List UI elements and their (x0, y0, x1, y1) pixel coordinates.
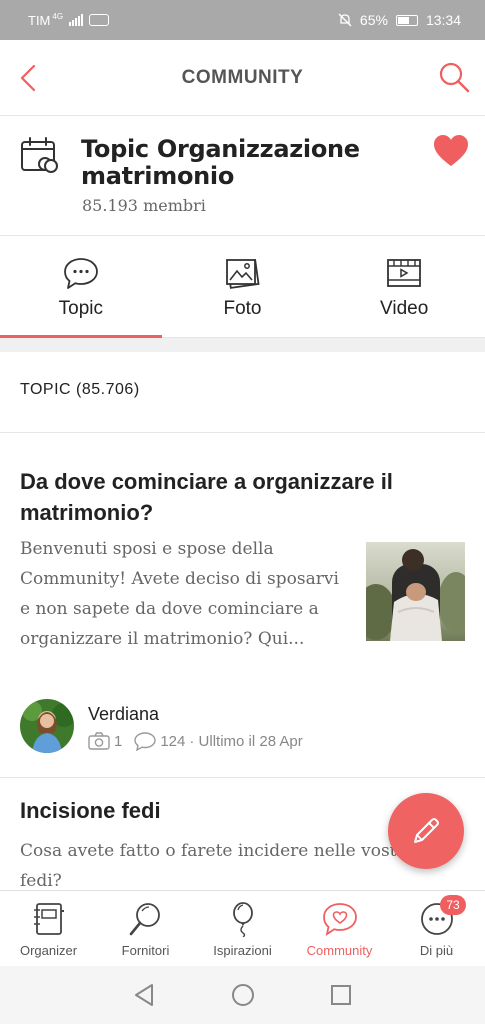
avatar[interactable] (20, 699, 74, 753)
tab-video[interactable]: Video (323, 236, 485, 337)
chat-bubble-icon (63, 258, 98, 289)
pencil-icon (414, 818, 439, 843)
sim-icon (89, 14, 110, 26)
carrier-name: TIM (28, 12, 51, 28)
status-right: 65% 13:34 (338, 12, 461, 28)
photo-count: 1 (114, 732, 123, 750)
mute-icon (338, 13, 352, 27)
tab-label: Foto (223, 298, 262, 319)
tab-bar: Topic Foto Video (0, 236, 485, 338)
system-nav-bar (0, 966, 485, 1024)
heart-icon[interactable] (433, 134, 469, 168)
topic-excerpt: Benvenuti sposi e spose della Community!… (20, 539, 339, 649)
topic-card[interactable]: Da dove cominciare a organizzare il matr… (0, 433, 485, 778)
nav-label: Fornitori (121, 943, 170, 958)
status-bar: TIM 4G 65% 13:34 (0, 0, 485, 40)
photo-icon (225, 259, 260, 289)
comment-count: 124 (160, 732, 186, 750)
group-info: Topic Organizzazione matrimonio 85.193 m… (0, 116, 485, 236)
search-icon[interactable] (437, 60, 471, 94)
home-circle-icon[interactable] (230, 982, 256, 1008)
topics-count-header: TOPIC (85.706) (0, 352, 485, 433)
nav-fornitori[interactable]: Fornitori (97, 891, 194, 966)
topic-excerpt: Cosa avete fatto o farete incidere nelle… (20, 841, 415, 890)
section-divider (0, 338, 485, 352)
last-activity: · Ulltimo il 28 Apr (189, 732, 303, 750)
couple-photo (366, 542, 465, 641)
topic-meta: 1 124 · Ulltimo il 28 Apr (88, 731, 303, 751)
nav-label: Organizer (19, 943, 78, 958)
comment-icon (134, 732, 157, 751)
battery-icon (395, 14, 418, 26)
nav-label: Di più (419, 943, 454, 958)
camera-icon (88, 732, 110, 750)
nav-organizer[interactable]: Organizer (0, 891, 97, 966)
tab-foto[interactable]: Foto (162, 236, 324, 337)
recents-square-icon[interactable] (328, 982, 354, 1008)
app-header: COMMUNITY (0, 40, 485, 116)
author-name[interactable]: Verdiana (88, 704, 159, 725)
new-topic-button[interactable] (388, 793, 464, 869)
back-triangle-icon[interactable] (132, 982, 158, 1008)
author-photo (20, 699, 74, 753)
clock: 13:34 (425, 12, 461, 28)
signal-icon (69, 14, 84, 26)
group-title: Topic Organizzazione matrimonio (81, 135, 360, 190)
topic-title[interactable]: Incisione fedi (20, 798, 161, 824)
notification-badge: 73 (440, 895, 466, 915)
bottom-nav: Organizer Fornitori Ispirazioni Communit… (0, 890, 485, 966)
nav-community[interactable]: Community (291, 891, 388, 966)
status-left: TIM 4G (28, 11, 110, 28)
film-icon (387, 259, 422, 287)
nav-label: Ispirazioni (213, 943, 272, 958)
nav-ispirazioni[interactable]: Ispirazioni (194, 891, 291, 966)
topic-title[interactable]: Da dove cominciare a organizzare il matr… (20, 466, 460, 528)
chat-heart-icon (322, 903, 357, 936)
calendar-rings-icon (21, 137, 58, 173)
chevron-left-icon[interactable] (14, 62, 46, 94)
battery-percent: 65% (359, 12, 388, 28)
notebook-icon (33, 903, 64, 935)
group-members-count: 85.193 membri (82, 196, 206, 215)
balloon-icon (232, 902, 253, 937)
topic-thumbnail[interactable] (366, 542, 465, 641)
magnifier-icon (129, 903, 160, 936)
nav-label: Community (306, 943, 373, 958)
nav-di-piu[interactable]: 73 Di più (388, 891, 485, 966)
network-type: 4G (52, 11, 64, 21)
tab-label: Topic (58, 298, 104, 319)
tab-label: Video (380, 298, 429, 319)
page-title: COMMUNITY (181, 66, 304, 88)
tab-topic[interactable]: Topic (0, 236, 162, 338)
